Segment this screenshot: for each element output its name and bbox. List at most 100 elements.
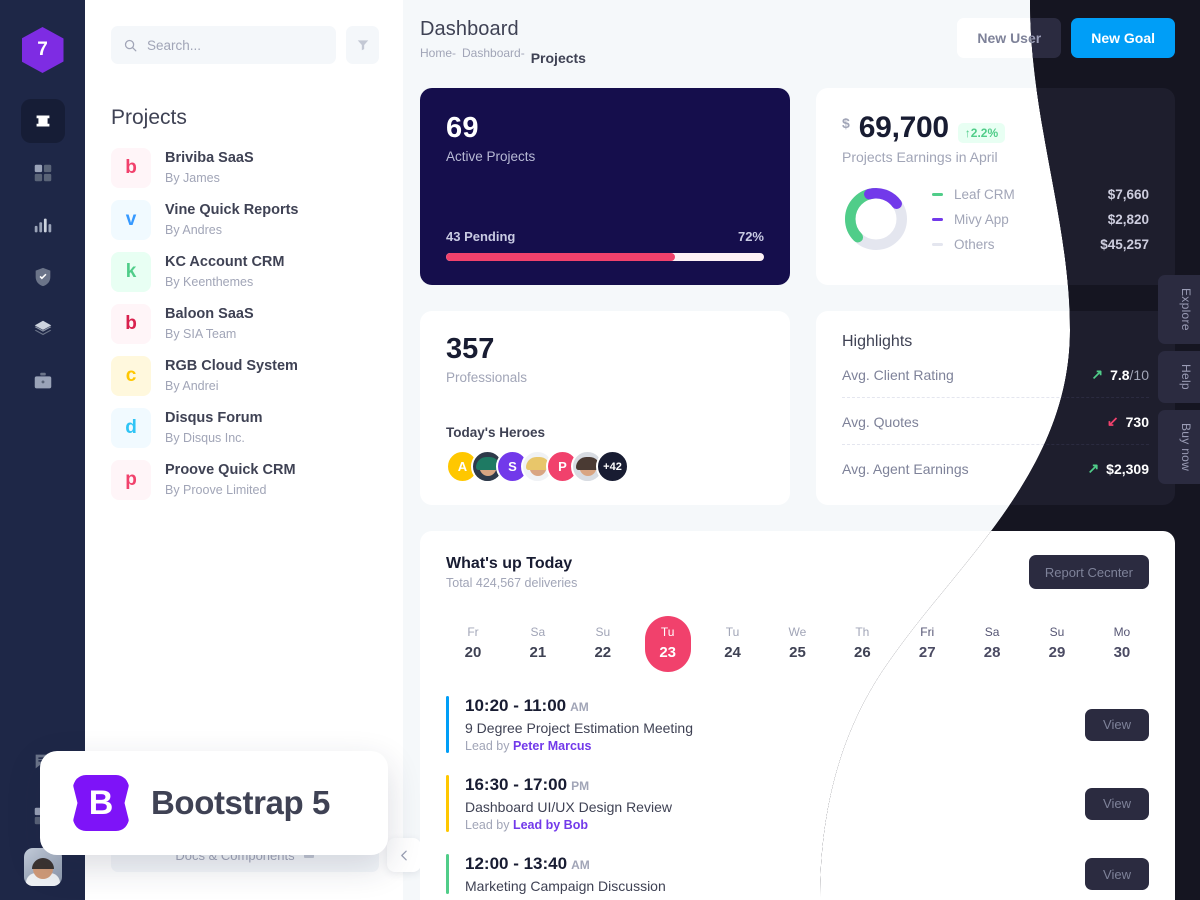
earnings-change-badge: ↑2.2% [957, 123, 1006, 143]
list-item[interactable]: v Vine Quick Reports By Andres [111, 200, 379, 240]
rail-item-statistics[interactable] [21, 203, 65, 247]
trend-arrow-icon: ↗ [1091, 366, 1104, 382]
legend-value: $2,820 [1107, 211, 1149, 227]
day-name: Su [1049, 625, 1065, 639]
list-item: 10:20 - 11:00AM 9 Degree Project Estimati… [446, 696, 1149, 753]
day-cell[interactable]: Su 22 [580, 616, 626, 672]
project-name: Proove Quick CRM [165, 462, 296, 479]
day-cell[interactable]: Tu 23 [644, 616, 691, 672]
highlight-value: 7.8/10 [1110, 366, 1149, 383]
day-name: Fr [467, 625, 479, 639]
project-text: Proove Quick CRM By Proove Limited [165, 461, 296, 499]
filter-button[interactable] [346, 26, 379, 64]
rail-item-cube[interactable] [20, 99, 65, 143]
whats-up-subtitle: Total 424,567 deliveries [446, 576, 578, 590]
highlight-value: $2,309 [1106, 460, 1149, 477]
breadcrumb-item[interactable]: Dashboard- [462, 46, 525, 66]
project-logo-icon: k [111, 252, 151, 292]
rail-item-briefcase[interactable] [21, 359, 65, 403]
list-item[interactable]: d Disqus Forum By Disqus Inc. [111, 408, 379, 448]
side-tab-explore[interactable]: Explore [1158, 275, 1200, 344]
event-lead-name[interactable]: Lead by Bob [513, 818, 588, 832]
side-tab-buy-now[interactable]: Buy now [1158, 409, 1200, 484]
event-time: 12:00 - 13:40AM [465, 854, 590, 873]
event-color-bar [446, 854, 449, 894]
day-cell[interactable]: Fr 20 [450, 616, 496, 672]
day-number: 26 [854, 644, 871, 661]
day-cell[interactable]: Fri 27 [904, 616, 950, 672]
day-cell[interactable]: Sa 28 [969, 616, 1015, 672]
earnings-amount-row: $ 69,700 ↑2.2% [842, 111, 1149, 145]
search-row [111, 26, 379, 64]
page-title: Dashboard [420, 18, 519, 40]
search-box[interactable] [111, 26, 336, 64]
day-cell[interactable]: Su 29 [1034, 616, 1080, 672]
bar-chart-icon [34, 218, 51, 233]
new-user-button[interactable]: New User [957, 18, 1062, 58]
day-name: Sa [984, 625, 1000, 639]
earnings-amount: 69,700 [858, 111, 949, 144]
percent-label: 72% [737, 229, 764, 244]
breadcrumb: Home- Dashboard- Projects [420, 46, 586, 66]
legend-value: $7,660 [1107, 186, 1149, 202]
event-lead-name[interactable]: Peter Marcus [513, 739, 592, 753]
new-goal-button[interactable]: New Goal [1071, 18, 1175, 58]
project-name: Briviba SaaS [165, 150, 254, 167]
rail-item-security[interactable] [21, 255, 65, 299]
highlights-title: Highlights [842, 333, 913, 350]
day-name: Th [855, 625, 870, 639]
progress-fill [446, 253, 675, 261]
breadcrumb-item[interactable]: Projects [531, 50, 586, 66]
app-logo[interactable]: 7 [21, 27, 64, 73]
view-button[interactable]: View [1085, 858, 1149, 890]
rail-item-grid[interactable] [21, 151, 65, 195]
event-meridiem: AM [570, 700, 589, 714]
view-button[interactable]: View [1085, 787, 1149, 820]
avatar[interactable]: +42 [596, 450, 629, 483]
event-list: 10:20 - 11:00AM 9 Degree Project Estimati… [446, 696, 1149, 894]
trend-arrow-icon: ↗ [1087, 460, 1100, 476]
rail-item-layers[interactable] [21, 307, 65, 351]
day-name: Fri [920, 625, 935, 639]
search-input[interactable] [147, 37, 324, 53]
report-center-button[interactable]: Report Cecnter [1028, 555, 1149, 589]
highlight-value: 730 [1125, 413, 1149, 430]
active-projects-head: 69 Active Projects [446, 112, 764, 164]
list-item[interactable]: b Briviba SaaS By James [111, 148, 379, 188]
project-logo-icon: b [111, 304, 151, 344]
event-details: 10:20 - 11:00AM 9 Degree Project Estimati… [465, 696, 693, 753]
list-item[interactable]: c RGB Cloud System By Andrei [111, 356, 379, 396]
earnings-legend: Leaf CRM $7,660 Mivy App $2,820 Others $45,25… [932, 187, 1149, 252]
project-name: KC Account CRM [165, 254, 285, 271]
day-number: 27 [918, 644, 936, 661]
day-cell[interactable]: Th 26 [839, 616, 885, 672]
day-selector: Fr 20 Sa 21 Su 22 Tu 23 Tu 24 We 25 Th 26 Fri 27 Sa 28 Su 2… [446, 616, 1149, 672]
day-cell[interactable]: We 25 [774, 616, 820, 672]
day-number: 30 [1113, 644, 1131, 661]
project-author: By Andres [165, 222, 222, 237]
day-name: Tu [660, 625, 675, 639]
table-row: Avg. Client Rating ↗ 7.8/10 [842, 351, 1149, 397]
side-tab-help[interactable]: Help [1158, 350, 1200, 403]
list-item[interactable]: k KC Account CRM By Keenthemes [111, 252, 379, 292]
event-lead: Lead by Lead by Bob [465, 818, 588, 832]
day-name: Tu [725, 625, 740, 639]
breadcrumb-item[interactable]: Home- [420, 46, 456, 66]
sidebar-title: Projects [111, 106, 187, 129]
day-cell[interactable]: Sa 21 [515, 616, 561, 672]
project-logo-icon: c [111, 356, 151, 396]
day-cell[interactable]: Mo 30 [1099, 616, 1145, 672]
event-meridiem: AM [571, 858, 590, 872]
legend-swatch [932, 217, 943, 221]
event-title: 9 Degree Project Estimation Meeting [465, 720, 693, 736]
list-item[interactable]: p Proove Quick CRM By Proove Limited [111, 460, 379, 500]
project-text: Disqus Forum By Disqus Inc. [165, 409, 262, 447]
view-button[interactable]: View [1085, 708, 1149, 741]
list-item[interactable]: b Baloon SaaS By SIA Team [111, 304, 379, 344]
project-author: By Keenthemes [165, 274, 254, 289]
day-cell[interactable]: Tu 24 [710, 616, 756, 672]
legend-swatch [932, 242, 943, 246]
event-meridiem: PM [571, 779, 590, 793]
project-name: Disqus Forum [165, 410, 263, 427]
project-text: RGB Cloud System By Andrei [165, 357, 298, 395]
